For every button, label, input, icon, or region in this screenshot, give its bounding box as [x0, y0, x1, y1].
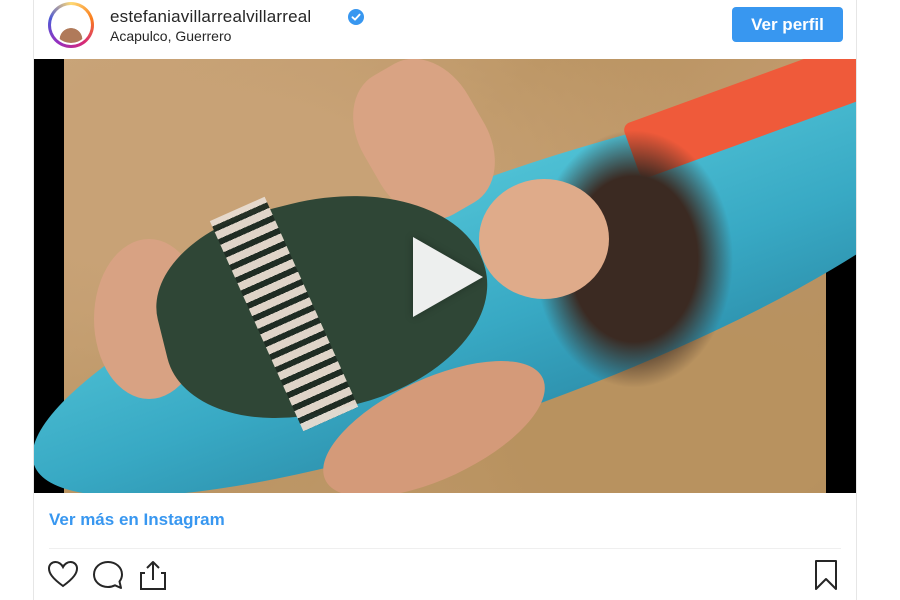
avatar[interactable] [48, 2, 94, 48]
view-more-link[interactable]: Ver más en Instagram [49, 510, 225, 530]
post-header: estefaniavillarrealvillarreal Acapulco, … [34, 0, 856, 58]
play-icon[interactable] [413, 237, 483, 317]
heart-icon[interactable] [46, 558, 80, 592]
avatar-photo [53, 7, 89, 43]
comment-icon[interactable] [91, 558, 125, 592]
username[interactable]: estefaniavillarrealvillarreal [110, 7, 311, 27]
verified-badge-icon [348, 9, 364, 25]
bookmark-icon[interactable] [809, 558, 843, 592]
location[interactable]: Acapulco, Guerrero [110, 28, 231, 44]
share-icon[interactable] [136, 558, 170, 592]
instagram-embed: estefaniavillarrealvillarreal Acapulco, … [33, 0, 857, 600]
action-bar [34, 556, 856, 596]
divider [49, 548, 841, 549]
video-player[interactable] [34, 59, 856, 493]
view-profile-button[interactable]: Ver perfil [732, 7, 843, 42]
